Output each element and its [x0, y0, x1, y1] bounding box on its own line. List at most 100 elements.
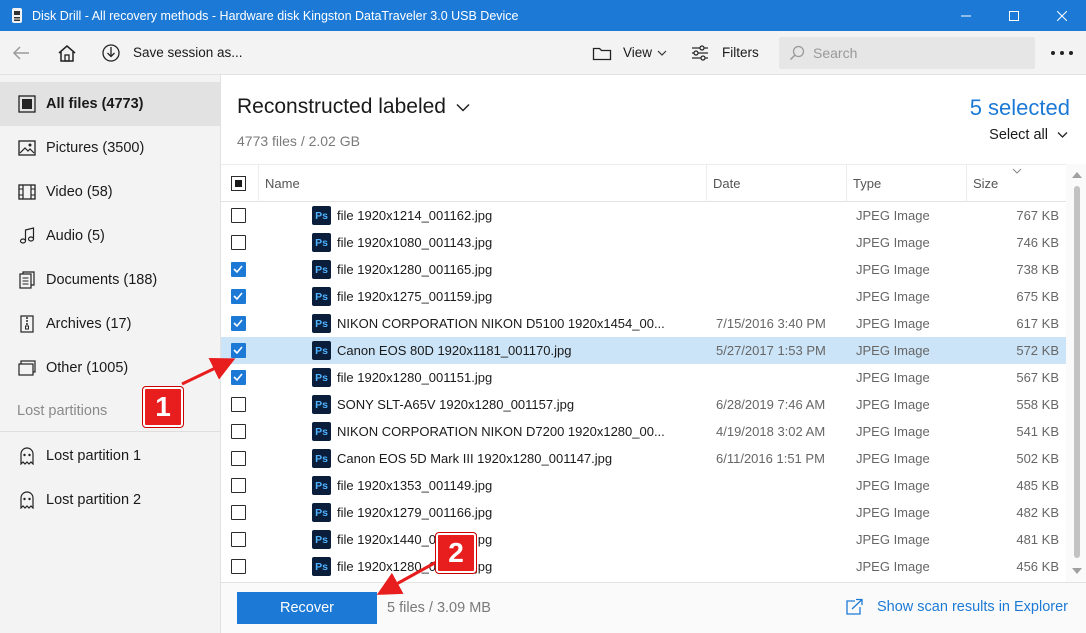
ghost-icon [17, 490, 37, 510]
file-type: JPEG Image [856, 451, 930, 466]
search-icon [789, 45, 805, 61]
column-label: Type [853, 176, 882, 191]
selected-count: 5 selected [969, 95, 1070, 120]
file-size: 572 KB [1016, 343, 1059, 358]
table-row[interactable]: Ps SONY SLT-A65V 1920x1280_001157.jpg 6/28… [221, 391, 1066, 418]
row-checkbox[interactable] [231, 559, 246, 574]
scrollbar-thumb[interactable] [1074, 186, 1080, 558]
sidebar-item-documents[interactable]: Documents (188) [0, 258, 220, 302]
row-checkbox[interactable] [231, 262, 246, 277]
show-in-explorer-link[interactable]: Show scan results in Explorer [846, 598, 1068, 615]
file-size: 485 KB [1016, 478, 1059, 493]
table-row[interactable]: Ps NIKON CORPORATION NIKON D7200 1920x128… [221, 418, 1066, 445]
file-size: 617 KB [1016, 316, 1059, 331]
row-checkbox[interactable] [231, 397, 246, 412]
row-checkbox[interactable] [231, 235, 246, 250]
table-row[interactable]: Ps file 1920x1080_001143.jpg JPEG Image 746… [221, 229, 1066, 256]
column-header-type[interactable]: Type [846, 165, 966, 202]
photoshop-file-icon: Ps [312, 206, 331, 225]
chevron-down-icon [456, 103, 470, 112]
column-header-name[interactable]: Name [258, 165, 706, 202]
file-size: 746 KB [1016, 235, 1059, 250]
sidebar-item-label: Audio (5) [46, 228, 105, 244]
table-row[interactable]: Ps file 1920x1280_001151.jpg JPEG Image 567… [221, 364, 1066, 391]
file-size: 502 KB [1016, 451, 1059, 466]
sidebar-item-all-files[interactable]: All files (4773) [0, 82, 220, 126]
sidebar: All files (4773) Pictures (3500) Video (… [0, 75, 221, 633]
close-button[interactable] [1038, 0, 1086, 31]
folder-title-dropdown[interactable]: Reconstructed labeled [237, 95, 470, 119]
sidebar-item-lost-partition-2[interactable]: Lost partition 2 [0, 478, 220, 522]
select-all-dropdown[interactable]: Select all [989, 127, 1068, 143]
vertical-scrollbar[interactable] [1066, 164, 1086, 582]
table-row[interactable]: Ps NIKON CORPORATION NIKON D5100 1920x145… [221, 310, 1066, 337]
table-row[interactable]: Ps file 1920x1440_001150.jpg JPEG Image 481… [221, 526, 1066, 553]
close-icon [1057, 10, 1067, 21]
table-row[interactable]: Ps Canon EOS 5D Mark III 1920x1280_001147… [221, 445, 1066, 472]
folder-icon [592, 47, 612, 60]
column-label: Name [265, 176, 300, 191]
back-button[interactable] [12, 31, 30, 75]
row-checkbox[interactable] [231, 208, 246, 223]
more-options-button[interactable] [1050, 31, 1074, 75]
table-row[interactable]: Ps file 1920x1280_001165.jpg JPEG Image 738… [221, 256, 1066, 283]
photoshop-file-icon: Ps [312, 314, 331, 333]
photoshop-file-icon: Ps [312, 368, 331, 387]
row-checkbox[interactable] [231, 424, 246, 439]
file-type: JPEG Image [856, 559, 930, 574]
file-name: Canon EOS 80D 1920x1181_001170.jpg [337, 343, 572, 358]
file-size: 541 KB [1016, 424, 1059, 439]
maximize-icon [1009, 10, 1019, 21]
row-checkbox[interactable] [231, 289, 246, 304]
column-header-size[interactable]: Size [966, 165, 1066, 202]
file-size: 738 KB [1016, 262, 1059, 277]
row-checkbox[interactable] [231, 532, 246, 547]
row-checkbox[interactable] [231, 505, 246, 520]
row-checkbox[interactable] [231, 370, 246, 385]
sidebar-item-audio[interactable]: Audio (5) [0, 214, 220, 258]
sidebar-item-lost-partition-1[interactable]: Lost partition 1 [0, 434, 220, 478]
home-button[interactable] [57, 31, 77, 75]
external-link-icon [846, 598, 863, 615]
lost-partitions-header: Lost partitions [17, 403, 108, 419]
minimize-icon [961, 15, 971, 16]
file-name: Canon EOS 5D Mark III 1920x1280_001147.j… [337, 451, 613, 466]
sidebar-item-archives[interactable]: Archives (17) [0, 302, 220, 346]
column-label: Date [713, 176, 741, 191]
maximize-button[interactable] [990, 0, 1038, 31]
sidebar-item-video[interactable]: Video (58) [0, 170, 220, 214]
save-session-button[interactable]: Save session as... [101, 31, 243, 75]
file-type: JPEG Image [856, 397, 930, 412]
view-button[interactable]: View [592, 31, 667, 75]
table-row[interactable]: Ps file 1920x1214_001162.jpg JPEG Image 767… [221, 202, 1066, 229]
header-select-checkbox[interactable] [221, 165, 258, 202]
row-checkbox[interactable] [231, 451, 246, 466]
sidebar-item-other[interactable]: Other (1005) [0, 346, 220, 390]
document-icon [17, 270, 37, 290]
row-checkbox[interactable] [231, 478, 246, 493]
filters-button[interactable]: Filters [691, 31, 759, 75]
file-size: 482 KB [1016, 505, 1059, 520]
file-name: NIKON CORPORATION NIKON D7200 1920x1280_… [337, 424, 665, 439]
table-row[interactable]: Ps file 1920x1275_001159.jpg JPEG Image 675… [221, 283, 1066, 310]
table-row[interactable]: Ps file 1920x1353_001149.jpg JPEG Image 485… [221, 472, 1066, 499]
minimize-button[interactable] [942, 0, 990, 31]
annotation-badge-1: 1 [143, 387, 183, 427]
photoshop-file-icon: Ps [312, 503, 331, 522]
table-row[interactable]: Ps file 1920x1280_001155.jpg JPEG Image 456… [221, 553, 1066, 580]
table-row[interactable]: Ps Canon EOS 80D 1920x1181_001170.jpg 5/27… [221, 337, 1066, 364]
search-box[interactable] [779, 37, 1035, 69]
search-input[interactable] [813, 45, 1013, 61]
sidebar-item-pictures[interactable]: Pictures (3500) [0, 126, 220, 170]
file-type: JPEG Image [856, 505, 930, 520]
file-name: file 1920x1280_001151.jpg [337, 370, 493, 385]
recover-button[interactable]: Recover [237, 592, 377, 624]
film-icon [17, 182, 37, 202]
row-checkbox[interactable] [231, 316, 246, 331]
sidebar-item-label: All files (4773) [46, 96, 144, 112]
save-session-label: Save session as... [133, 45, 243, 60]
checkmark-icon [233, 319, 243, 328]
table-row[interactable]: Ps file 1920x1279_001166.jpg JPEG Image 482… [221, 499, 1066, 526]
row-checkbox[interactable] [231, 343, 246, 358]
column-header-date[interactable]: Date [706, 165, 846, 202]
